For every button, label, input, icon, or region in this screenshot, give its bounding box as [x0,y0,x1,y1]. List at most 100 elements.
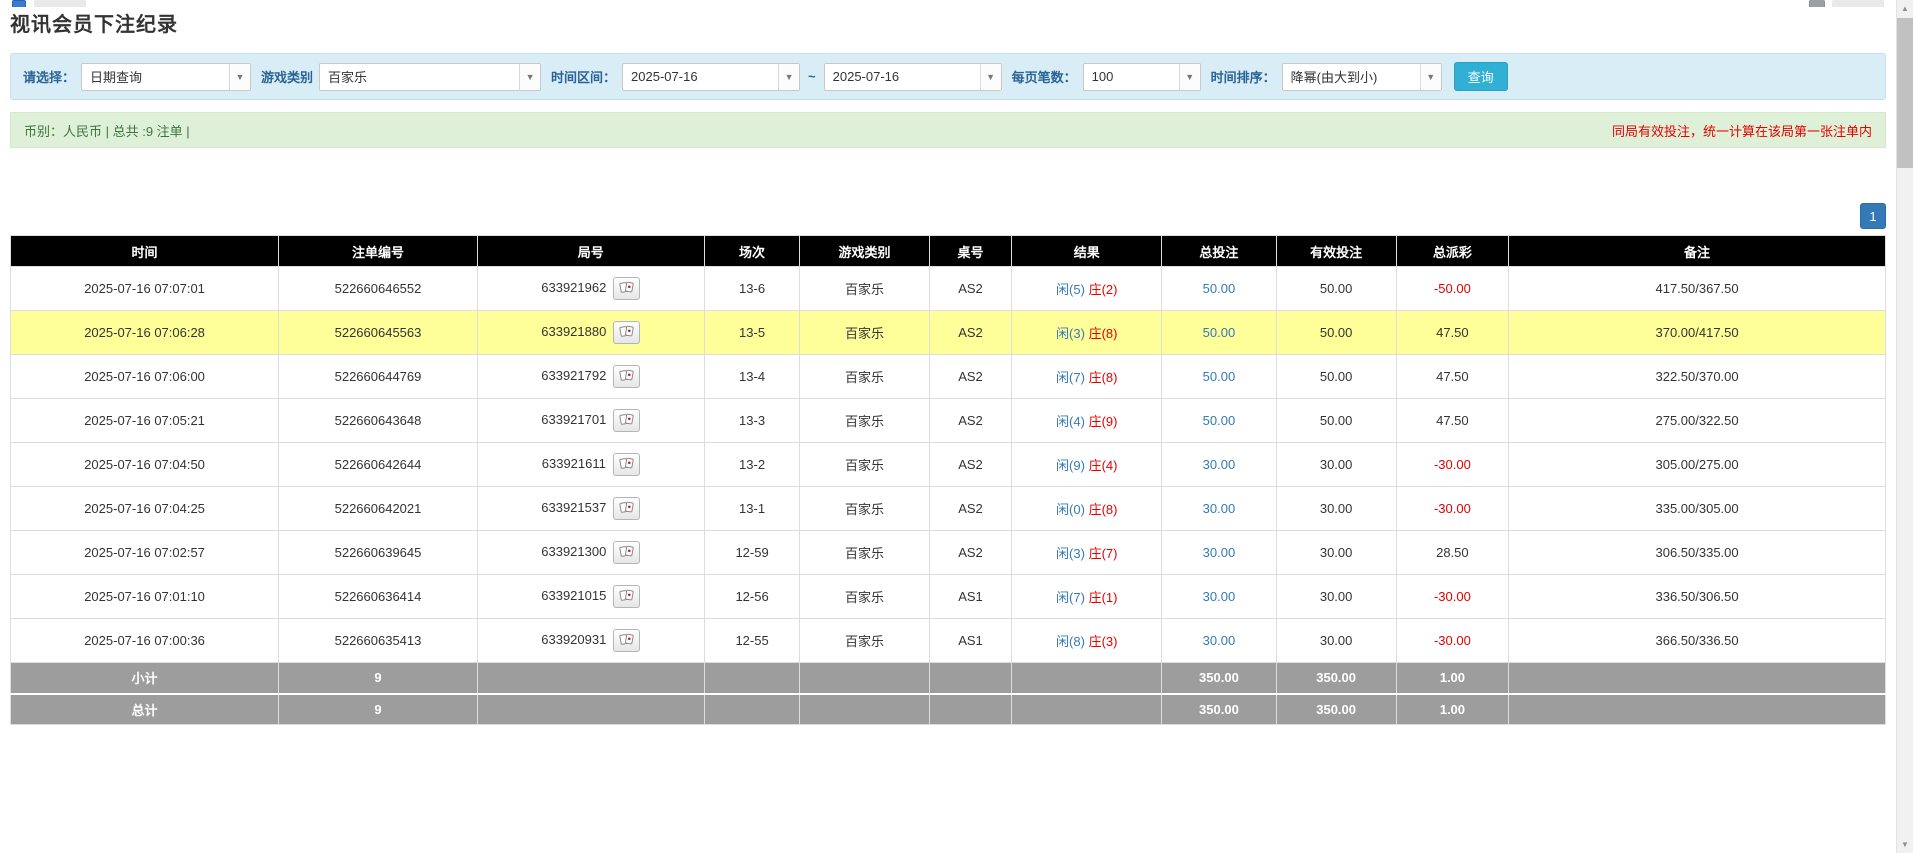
table-row: 2025-07-16 07:01:10522660636414633921015… [11,575,1886,619]
cell-result: 闲(8) 庄(3) [1012,619,1162,663]
chevron-down-icon[interactable]: ▼ [519,64,540,90]
column-header: 总派彩 [1396,236,1509,267]
view-cards-button[interactable] [613,277,640,300]
cell-time: 2025-07-16 07:06:28 [11,311,279,355]
page-icon[interactable] [12,0,26,7]
playing-cards-icon [619,633,634,649]
cell-bet-id: 522660646552 [279,267,478,311]
scroll-down-icon[interactable]: ▼ [1897,836,1913,853]
playing-cards-icon [619,501,634,517]
round-number: 633921880 [541,324,606,339]
time-sort-select[interactable]: 降幂(由大到小) ▼ [1282,63,1442,91]
chevron-down-icon[interactable]: ▼ [229,64,250,90]
summary-cell [477,663,704,694]
view-cards-button[interactable] [613,585,640,608]
date-to-select[interactable]: 2025-07-16 ▼ [824,63,1002,91]
cell-total-bet[interactable]: 30.00 [1162,487,1276,531]
page-size-select[interactable]: 100 ▼ [1083,63,1201,91]
game-type-select[interactable]: 百家乐 ▼ [319,63,541,91]
date-from-select[interactable]: 2025-07-16 ▼ [622,63,800,91]
cell-total-bet[interactable]: 50.00 [1162,399,1276,443]
view-cards-button[interactable] [613,321,640,344]
cell-bet-id: 522660636414 [279,575,478,619]
cell-note: 305.00/275.00 [1509,443,1886,487]
column-header: 局号 [477,236,704,267]
cell-table-number: AS2 [929,399,1012,443]
view-cards-button[interactable] [613,409,640,432]
cell-game-type: 百家乐 [800,443,929,487]
summary-label: 总计 [11,694,279,725]
view-cards-button[interactable] [613,541,640,564]
playing-cards-icon [619,457,634,473]
filter-bar: 请选择： 日期查询 ▼ 游戏类别 百家乐 ▼ 时间区间： 2025-07-16 … [10,53,1886,100]
view-cards-button[interactable] [613,453,640,476]
cell-game-type: 百家乐 [800,355,929,399]
cell-note: 275.00/322.50 [1509,399,1886,443]
cell-session: 13-5 [704,311,800,355]
cell-total-bet[interactable]: 50.00 [1162,267,1276,311]
summary-cell [704,694,800,725]
summary-cell: 350.00 [1276,694,1396,725]
cell-total-bet[interactable]: 30.00 [1162,443,1276,487]
cell-table-number: AS1 [929,575,1012,619]
cell-payout: -30.00 [1396,575,1509,619]
cell-session: 13-6 [704,267,800,311]
chevron-down-icon[interactable]: ▼ [980,64,1001,90]
result-player: 闲(7) [1056,590,1085,605]
view-cards-button[interactable] [613,365,640,388]
result-player: 闲(0) [1056,502,1085,517]
cell-time: 2025-07-16 07:06:00 [11,355,279,399]
query-type-select[interactable]: 日期查询 ▼ [81,63,251,91]
cell-game-type: 百家乐 [800,531,929,575]
column-header: 结果 [1012,236,1162,267]
cell-payout: 28.50 [1396,531,1509,575]
range-separator: ~ [808,69,816,84]
playing-cards-icon [619,369,634,385]
toolbar-menu-stub[interactable] [1832,0,1884,7]
cell-session: 13-4 [704,355,800,399]
result-banker: 庄(8) [1089,326,1118,341]
summary-label: 小计 [11,663,279,694]
table-row: 2025-07-16 07:00:36522660635413633920931… [11,619,1886,663]
scrollbar-thumb[interactable] [1897,18,1913,168]
cell-time: 2025-07-16 07:07:01 [11,267,279,311]
cell-payout: 47.50 [1396,355,1509,399]
cell-total-bet[interactable]: 30.00 [1162,575,1276,619]
cell-time: 2025-07-16 07:04:25 [11,487,279,531]
search-button[interactable]: 查询 [1454,62,1508,91]
view-cards-button[interactable] [613,497,640,520]
cell-bet-id: 522660642644 [279,443,478,487]
chevron-down-icon[interactable]: ▼ [1179,64,1200,90]
cell-valid-bet: 30.00 [1276,487,1396,531]
page-number-button[interactable]: 1 [1860,203,1886,229]
cell-payout: 47.50 [1396,311,1509,355]
column-header: 总投注 [1162,236,1276,267]
cell-total-bet[interactable]: 50.00 [1162,311,1276,355]
page-size-label: 每页笔数： [1012,67,1077,86]
round-number: 633921962 [541,280,606,295]
vertical-scrollbar[interactable]: ▲ ▼ [1896,0,1913,853]
cell-time: 2025-07-16 07:05:21 [11,399,279,443]
chevron-down-icon[interactable]: ▼ [778,64,799,90]
time-sort-label: 时间排序： [1211,67,1276,86]
cell-time: 2025-07-16 07:04:50 [11,443,279,487]
cell-game-type: 百家乐 [800,619,929,663]
cell-note: 417.50/367.50 [1509,267,1886,311]
cell-total-bet[interactable]: 50.00 [1162,355,1276,399]
cell-bet-id: 522660642021 [279,487,478,531]
cell-game-type: 百家乐 [800,311,929,355]
chevron-down-icon[interactable]: ▼ [1420,64,1441,90]
grid-icon[interactable] [1810,0,1824,7]
round-number: 633921537 [541,500,606,515]
round-number: 633921792 [541,368,606,383]
result-banker: 庄(8) [1089,502,1118,517]
toolbar-tab-stub[interactable] [34,0,86,7]
scroll-up-icon[interactable]: ▲ [1897,0,1913,17]
view-cards-button[interactable] [613,629,640,652]
cell-round: 633921962 [477,267,704,311]
cell-payout: 47.50 [1396,399,1509,443]
cell-total-bet[interactable]: 30.00 [1162,619,1276,663]
cell-valid-bet: 50.00 [1276,355,1396,399]
result-banker: 庄(2) [1089,282,1118,297]
cell-total-bet[interactable]: 30.00 [1162,531,1276,575]
